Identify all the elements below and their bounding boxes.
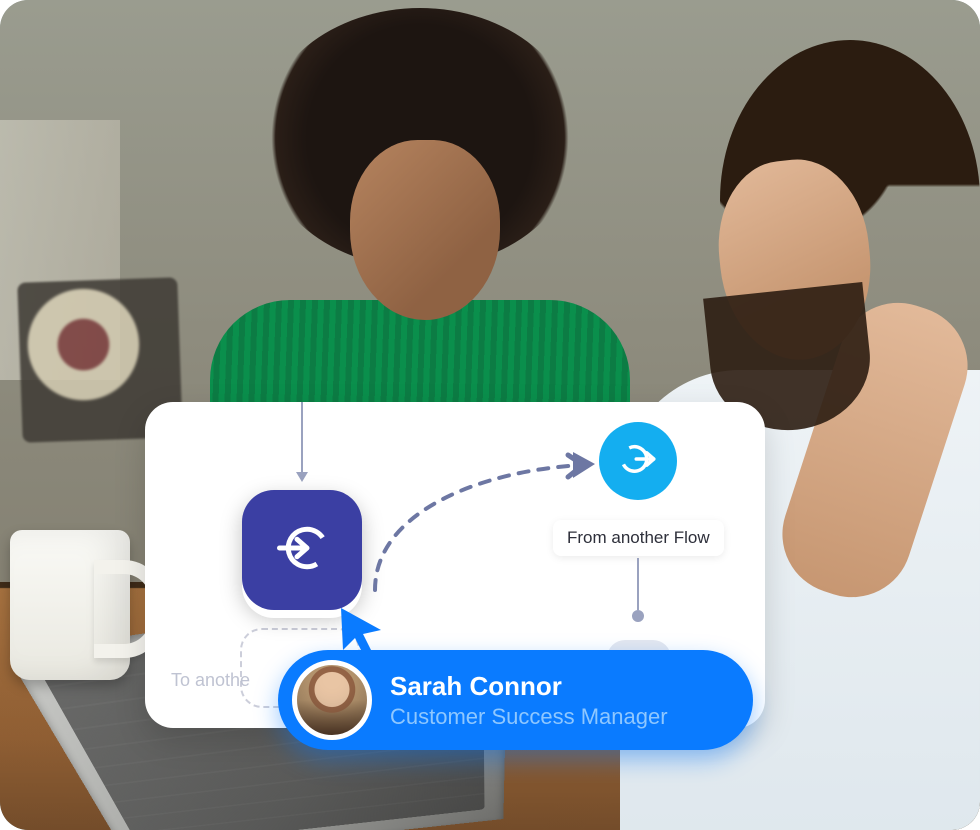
user-role: Customer Success Manager bbox=[390, 703, 668, 731]
user-name: Sarah Connor bbox=[390, 670, 668, 703]
flow-in-icon bbox=[272, 518, 332, 583]
user-pill[interactable]: Sarah Connor Customer Success Manager bbox=[278, 650, 753, 750]
flow-source-label: From another Flow bbox=[553, 520, 724, 556]
flow-exit-node[interactable] bbox=[599, 422, 677, 500]
ghost-flow-label: To anothe bbox=[171, 670, 250, 691]
avatar bbox=[292, 660, 372, 740]
hero-container: To anothe F bbox=[0, 0, 980, 830]
flow-out-icon bbox=[617, 438, 659, 485]
